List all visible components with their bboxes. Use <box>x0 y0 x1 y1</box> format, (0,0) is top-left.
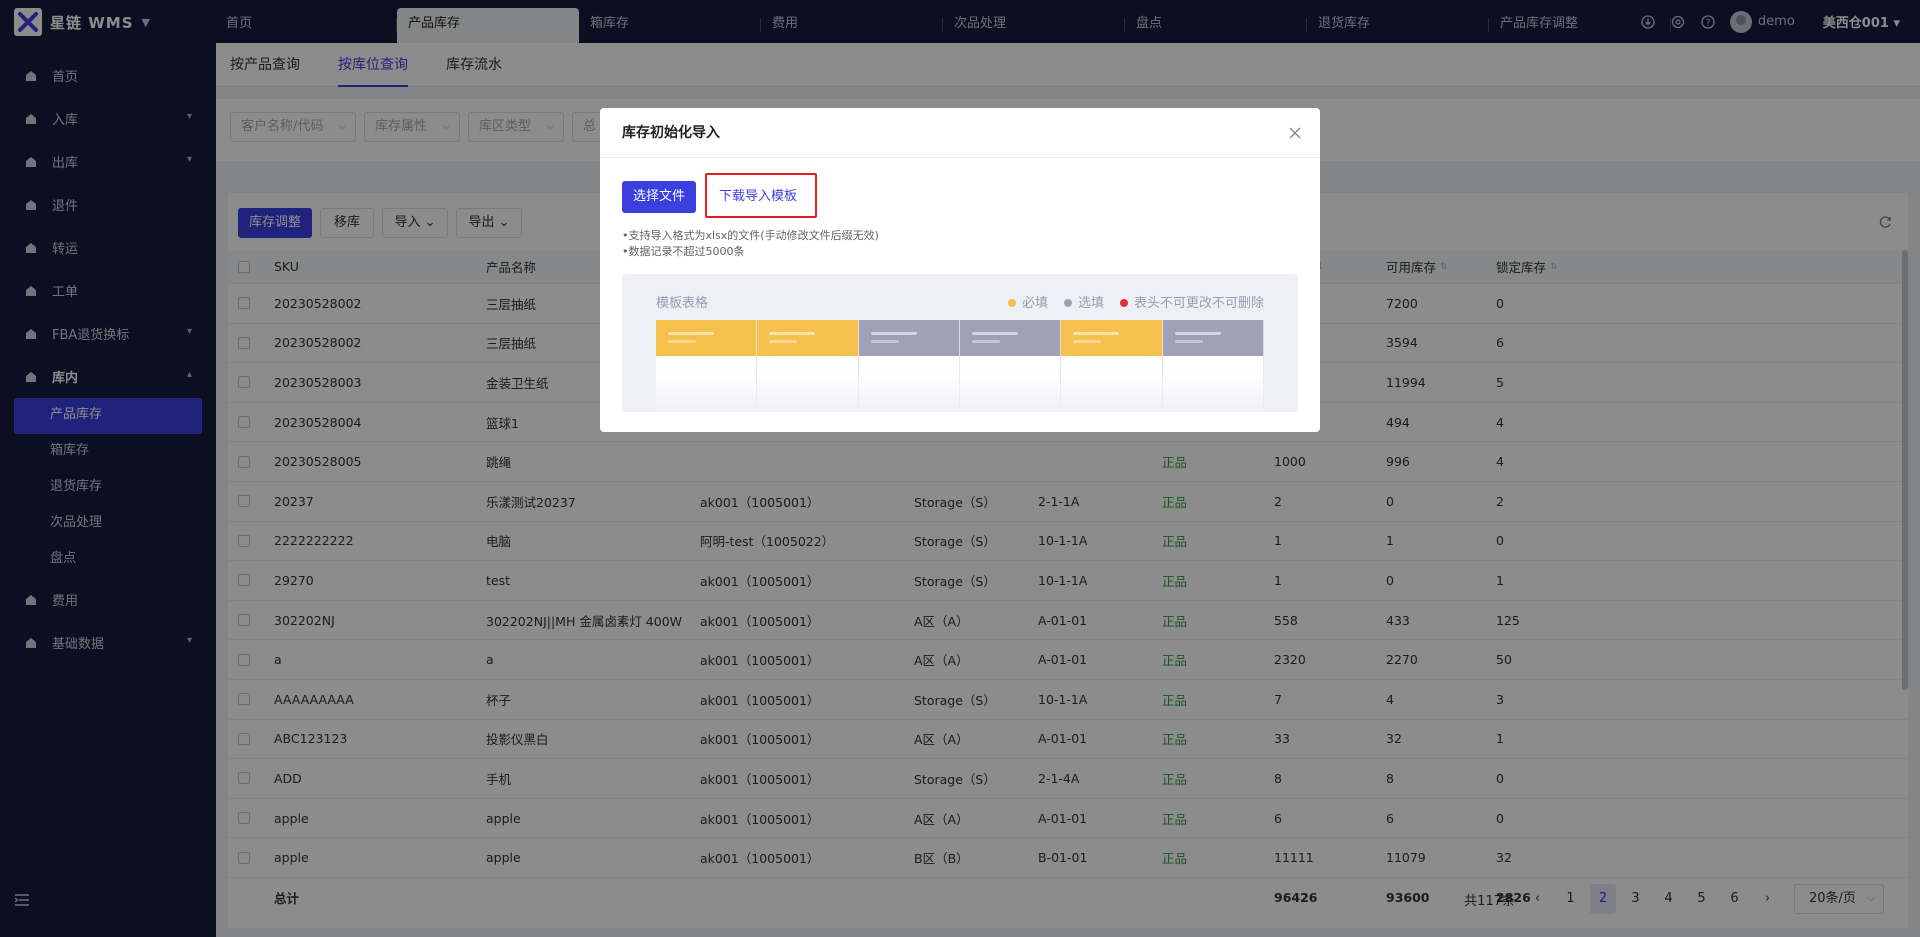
preview-header-cell <box>656 320 758 356</box>
preview-fade <box>622 372 1298 412</box>
placeholder-line <box>971 332 1018 335</box>
legend-label: 选填 <box>1077 296 1104 311</box>
legend-item: 选填 <box>1063 292 1104 311</box>
legend-dot <box>1063 298 1072 307</box>
placeholder-line <box>870 340 899 343</box>
legend-dot <box>1007 298 1016 307</box>
placeholder-line <box>769 340 798 343</box>
legend-item: 表头不可更改不可删除 <box>1119 292 1264 311</box>
preview-title: 模板表格 <box>656 296 709 311</box>
preview-header-cell <box>959 320 1062 356</box>
placeholder-line <box>971 340 1000 343</box>
tip-format: •支持导入格式为xlsx的文件(手动修改文件后缀无效) <box>622 229 879 242</box>
choose-file-button[interactable]: 选择文件 <box>622 181 696 213</box>
tip-limit: •数据记录不超过5000条 <box>622 245 745 258</box>
import-modal: 库存初始化导入 选择文件 下载导入模板 •支持导入格式为xlsx的文件(手动修改… <box>600 108 1320 432</box>
placeholder-line <box>769 332 816 335</box>
preview-legend: 必填 选填 表头不可更改不可删除 <box>1007 292 1264 311</box>
placeholder-line <box>1174 340 1203 343</box>
legend-label: 表头不可更改不可删除 <box>1133 296 1264 311</box>
legend-item: 必填 <box>1007 292 1048 311</box>
placeholder-line <box>1073 332 1120 335</box>
placeholder-line <box>668 332 714 335</box>
legend-dot <box>1119 298 1128 307</box>
preview-header-cell <box>757 320 859 356</box>
template-preview: 模板表格 必填 选填 表头不可更改不可删除 <box>622 274 1298 412</box>
modal-header: 库存初始化导入 <box>600 108 1320 158</box>
placeholder-line <box>870 332 917 335</box>
placeholder-line <box>668 340 696 343</box>
modal-title: 库存初始化导入 <box>622 125 720 141</box>
legend-label: 必填 <box>1021 296 1048 311</box>
placeholder-line <box>1073 340 1102 343</box>
preview-header-cell <box>1061 320 1163 356</box>
import-tips: •支持导入格式为xlsx的文件(手动修改文件后缀无效) •数据记录不超过5000… <box>622 228 879 260</box>
preview-header-cell <box>858 320 960 356</box>
highlight-box <box>705 173 817 218</box>
placeholder-line <box>1174 332 1221 335</box>
close-icon[interactable] <box>1286 124 1304 142</box>
preview-table-header <box>656 320 1264 356</box>
preview-header-cell <box>1162 320 1264 356</box>
